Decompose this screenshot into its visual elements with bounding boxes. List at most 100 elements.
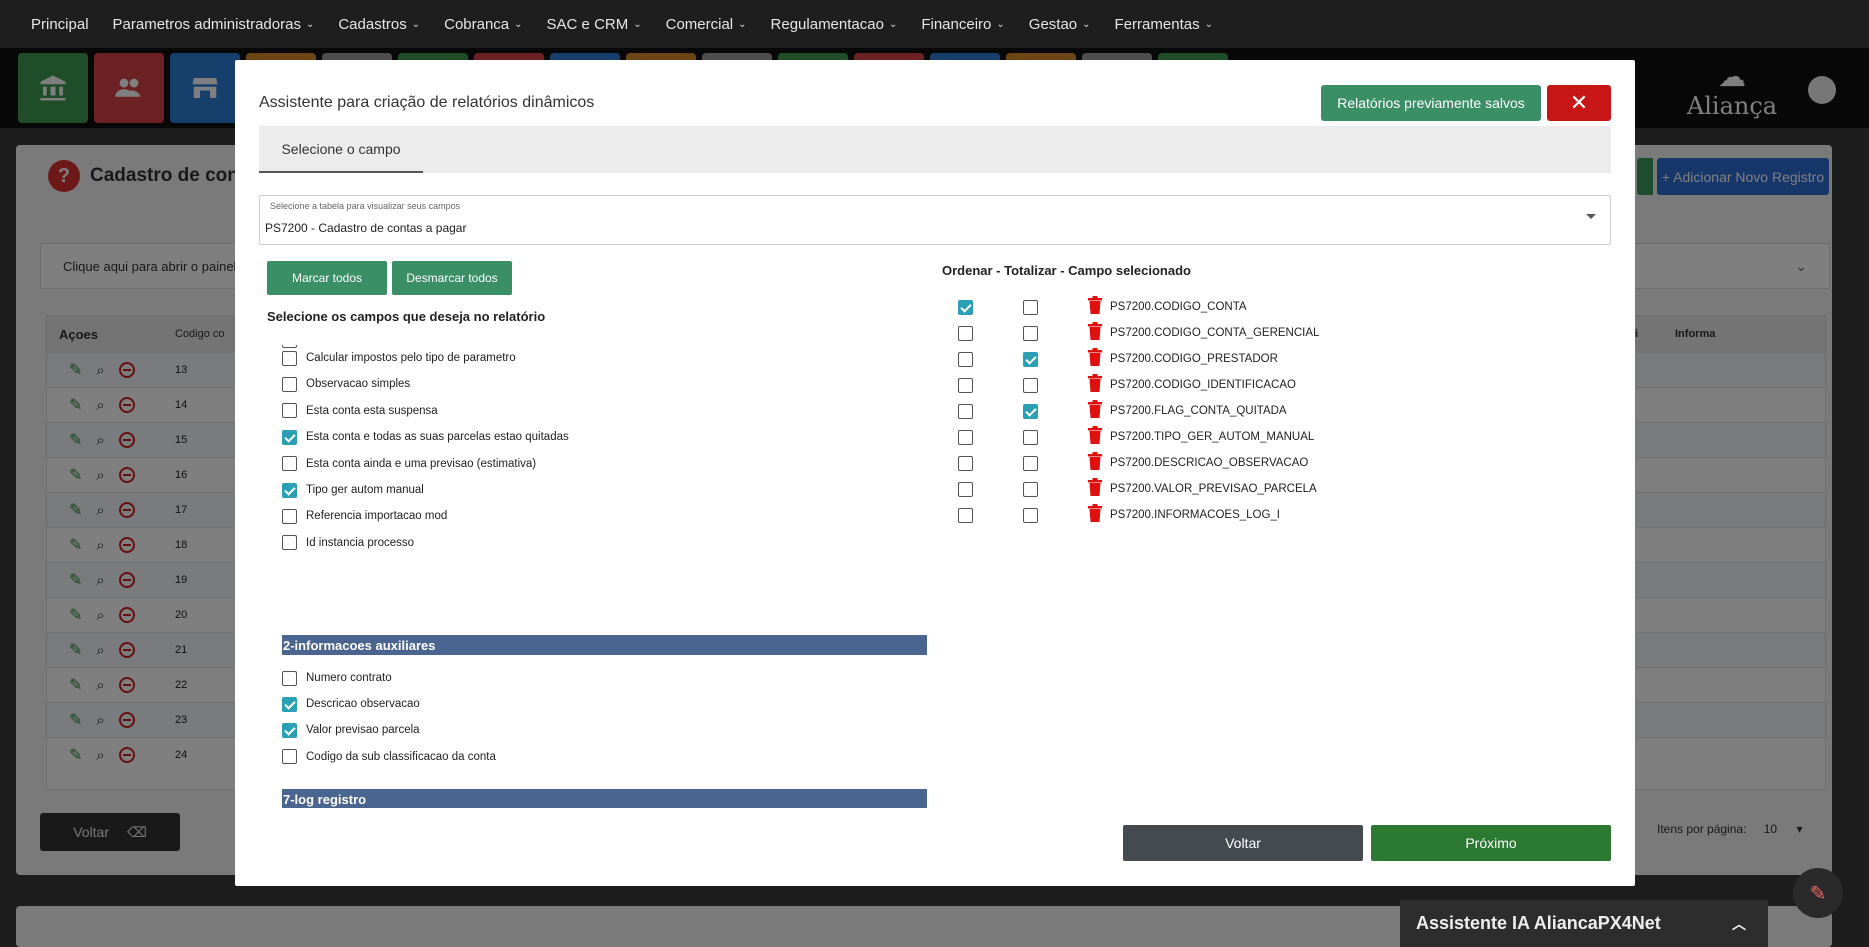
- saved-reports-button[interactable]: Relatórios previamente salvos: [1321, 85, 1541, 121]
- order-checkbox[interactable]: [958, 299, 973, 315]
- checkbox[interactable]: [282, 508, 297, 524]
- field-list: Calcular impostos pelo tipo de parametro…: [282, 345, 942, 808]
- wizard-back-button[interactable]: Voltar: [1123, 825, 1363, 861]
- field-label: Esta conta esta suspensa: [306, 404, 438, 417]
- close-button[interactable]: ✕: [1547, 85, 1611, 121]
- nav-item-label: Cadastros: [338, 15, 407, 33]
- checkbox[interactable]: [282, 696, 297, 712]
- nav-item-label: Regulamentacao: [770, 15, 884, 33]
- chevron-down-icon: ⌄: [411, 18, 421, 30]
- field-label: Descricao observacao: [306, 698, 420, 711]
- order-checkbox[interactable]: [958, 481, 973, 497]
- order-checkbox[interactable]: [958, 403, 973, 419]
- trash-icon[interactable]: [1088, 504, 1102, 522]
- field-group-header: 2-informacoes auxiliares: [282, 635, 927, 655]
- checkbox[interactable]: [282, 403, 297, 419]
- selected-field-name: PS7200.CODIGO_PRESTADOR: [1110, 353, 1278, 365]
- order-checkbox[interactable]: [958, 377, 973, 393]
- field-checkbox-item[interactable]: Esta conta esta suspensa: [282, 401, 438, 421]
- checkbox[interactable]: [282, 429, 297, 445]
- chevron-down-icon: ⌄: [633, 18, 642, 30]
- tab-select-field[interactable]: Selecione o campo: [259, 126, 423, 173]
- checkbox[interactable]: [282, 482, 297, 498]
- selected-field-row: PS7200.FLAG_CONTA_QUITADA: [958, 400, 1378, 422]
- field-checkbox-item[interactable]: Valor previsao parcela: [282, 720, 420, 740]
- unmark-all-button[interactable]: Desmarcar todos: [392, 261, 512, 295]
- nav-item-8[interactable]: Gestao ⌄: [1029, 16, 1091, 33]
- total-checkbox[interactable]: [1023, 403, 1038, 419]
- checkbox[interactable]: [282, 350, 297, 366]
- order-checkbox[interactable]: [958, 507, 973, 523]
- trash-icon[interactable]: [1088, 322, 1102, 340]
- field-checkbox-item[interactable]: Codigo da sub classificacao da conta: [282, 747, 496, 767]
- total-checkbox[interactable]: [1023, 507, 1038, 523]
- table-select[interactable]: Selecione a tabela para visualizar seus …: [259, 195, 1611, 245]
- field-label: Observacao simples: [306, 378, 411, 391]
- nav-item-9[interactable]: Ferramentas ⌄: [1115, 16, 1213, 33]
- trash-icon[interactable]: [1088, 426, 1102, 444]
- trash-icon[interactable]: [1088, 478, 1102, 496]
- field-label: Esta conta ainda e uma previsao (estimat…: [306, 457, 537, 470]
- field-checkbox-item[interactable]: Id instancia processo: [282, 533, 414, 553]
- mark-all-button[interactable]: Marcar todos: [267, 261, 387, 295]
- field-checkbox-item[interactable]: Descricao observacao: [282, 694, 420, 714]
- order-checkbox[interactable]: [958, 429, 973, 445]
- nav-item-6[interactable]: Regulamentacao ⌄: [771, 16, 898, 33]
- field-checkbox-item[interactable]: Esta conta ainda e uma previsao (estimat…: [282, 454, 536, 474]
- nav-item-1[interactable]: Parametros administradoras ⌄: [113, 16, 315, 33]
- checkbox[interactable]: [282, 456, 297, 472]
- total-checkbox[interactable]: [1023, 325, 1038, 341]
- nav-item-label: Financeiro: [921, 15, 992, 33]
- field-group-header: 7-log registro: [282, 789, 927, 808]
- field-checkbox-item[interactable]: Tipo ger autom manual: [282, 480, 424, 500]
- field-checkbox-item[interactable]: Observacao simples: [282, 374, 410, 394]
- trash-icon[interactable]: [1088, 400, 1102, 418]
- wizard-next-button[interactable]: Próximo: [1371, 825, 1611, 861]
- total-checkbox[interactable]: [1023, 377, 1038, 393]
- nav-item-label: SAC e CRM: [546, 15, 629, 33]
- top-navigation: Principal Parametros administradoras ⌄ Cada…: [0, 0, 1869, 48]
- selected-field-row: PS7200.VALOR_PREVISAO_PARCELA: [958, 478, 1378, 500]
- checkbox[interactable]: [282, 376, 297, 392]
- checkbox[interactable]: [282, 722, 297, 738]
- trash-icon[interactable]: [1088, 374, 1102, 392]
- trash-icon[interactable]: [1088, 452, 1102, 470]
- selected-fields-list: PS7200.CODIGO_CONTA PS7200.CODIGO_CONTA_G…: [958, 296, 1398, 523]
- nav-item-2[interactable]: Cadastros ⌄: [338, 16, 420, 33]
- checkbox[interactable]: [282, 535, 297, 551]
- chevron-down-icon: ⌄: [514, 18, 523, 30]
- nav-item-label: Parametros administradoras: [112, 15, 301, 33]
- nav-item-5[interactable]: Comercial ⌄: [666, 16, 747, 33]
- field-label: Esta conta e todas as suas parcelas esta…: [306, 431, 569, 444]
- selected-field-row: PS7200.INFORMACOES_LOG_I: [958, 504, 1378, 526]
- report-icon[interactable]: ✎: [1793, 868, 1843, 918]
- field-checkbox-item[interactable]: Calcular impostos pelo tipo de parametro: [282, 348, 516, 368]
- total-checkbox[interactable]: [1023, 299, 1038, 315]
- nav-item-7[interactable]: Financeiro ⌄: [921, 16, 1004, 33]
- trash-icon[interactable]: [1088, 348, 1102, 366]
- chevron-down-icon: ⌄: [738, 18, 747, 30]
- field-label: Valor previsao parcela: [306, 724, 420, 737]
- field-checkbox-item[interactable]: Referencia importacao mod: [282, 506, 447, 526]
- selected-field-name: PS7200.CODIGO_CONTA_GERENCIAL: [1110, 327, 1320, 339]
- total-checkbox[interactable]: [1023, 351, 1038, 367]
- total-checkbox[interactable]: [1023, 429, 1038, 445]
- checkbox[interactable]: [282, 670, 297, 686]
- order-checkbox[interactable]: [958, 455, 973, 471]
- order-checkbox[interactable]: [958, 325, 973, 341]
- checkbox[interactable]: [282, 749, 297, 765]
- order-checkbox[interactable]: [958, 351, 973, 367]
- ia-assistant-bar[interactable]: Assistente IA AliancaPX4Net ︿: [1400, 900, 1768, 947]
- selected-section-title: Ordenar - Totalizar - Campo selecionado: [942, 263, 1191, 278]
- nav-item-0[interactable]: Principal: [31, 16, 89, 33]
- trash-icon[interactable]: [1088, 296, 1102, 314]
- total-checkbox[interactable]: [1023, 481, 1038, 497]
- total-checkbox[interactable]: [1023, 455, 1038, 471]
- field-checkbox-item[interactable]: Numero contrato: [282, 668, 392, 688]
- field-label: Numero contrato: [306, 672, 392, 684]
- nav-item-4[interactable]: SAC e CRM ⌄: [547, 16, 642, 33]
- close-icon: ✕: [1569, 90, 1589, 115]
- field-checkbox-item[interactable]: Esta conta e todas as suas parcelas esta…: [282, 427, 569, 447]
- field-label: Calcular impostos pelo tipo de parametro: [306, 352, 516, 364]
- nav-item-3[interactable]: Cobranca ⌄: [444, 16, 522, 33]
